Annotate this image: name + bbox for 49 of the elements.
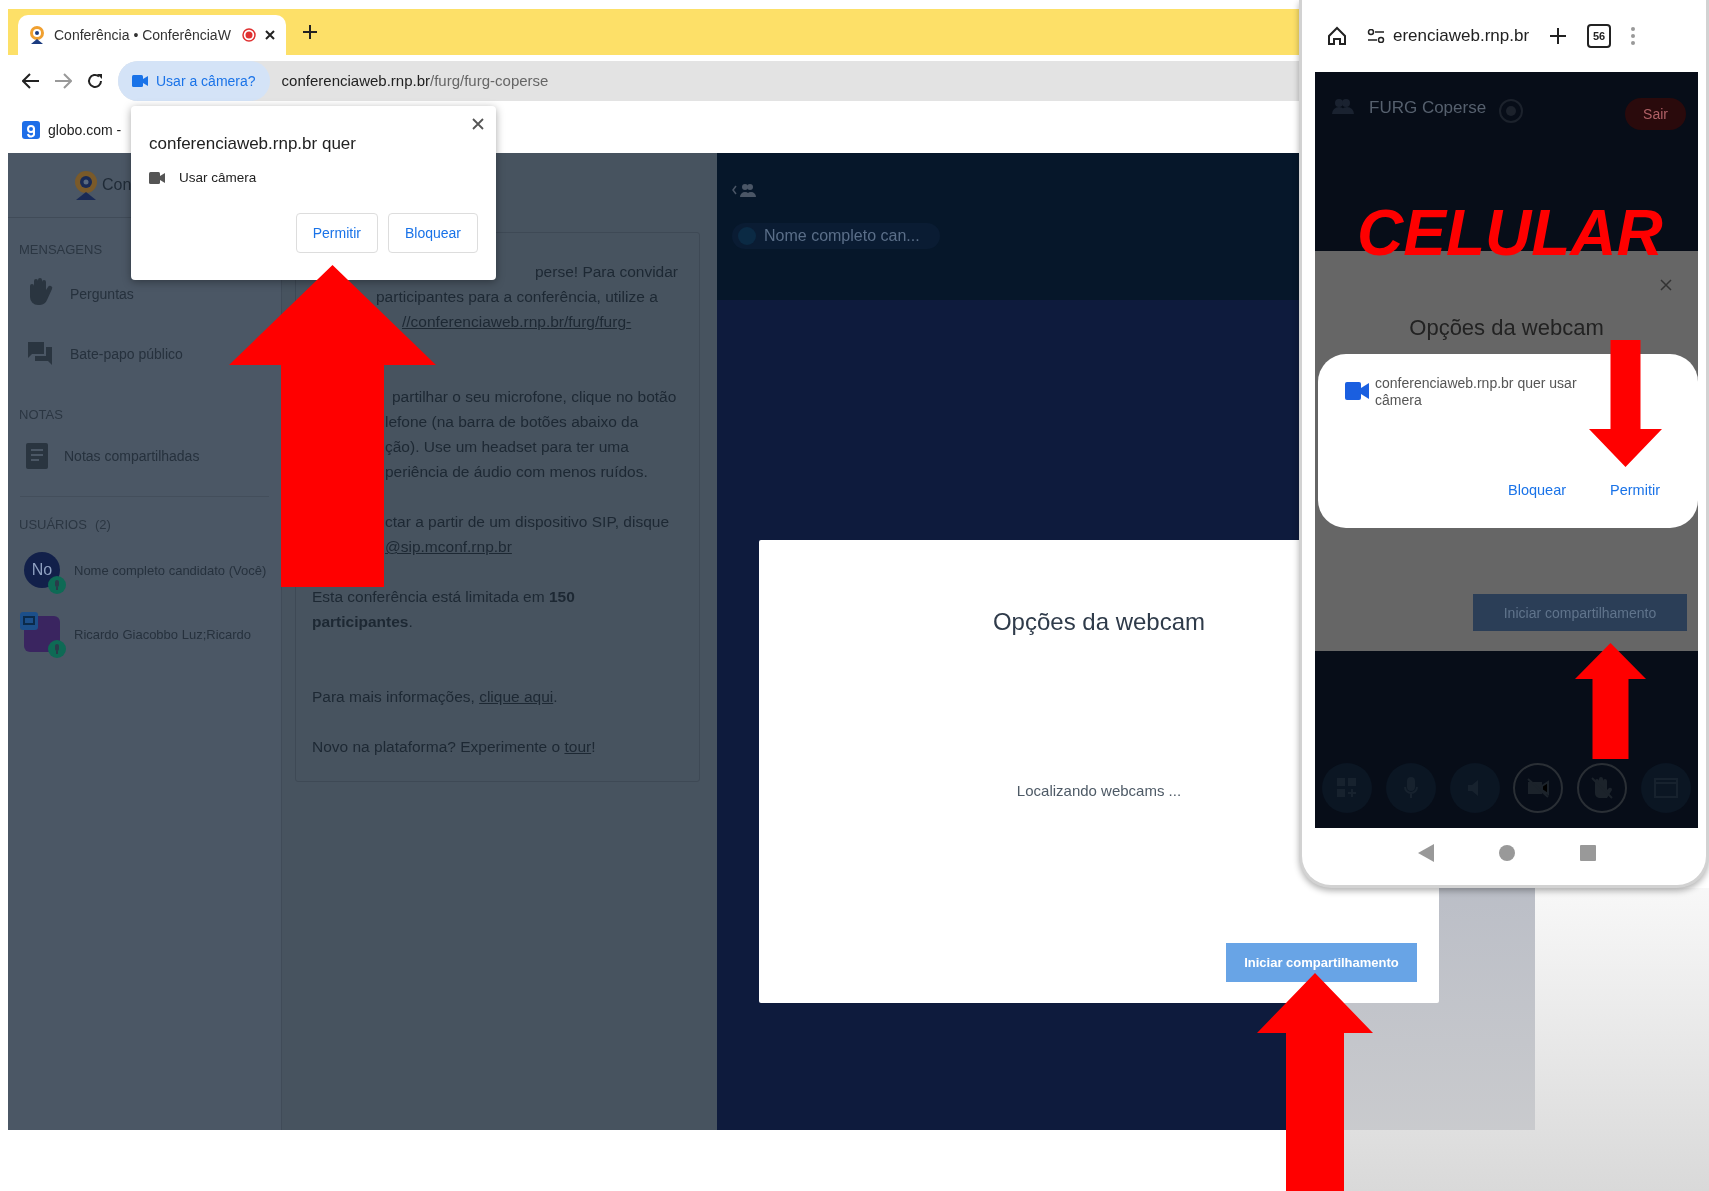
tab-title: Conferência • ConferênciaW (54, 27, 232, 43)
permission-button[interactable]: Bloquear (1508, 482, 1567, 498)
note-icon (26, 443, 48, 469)
home-icon[interactable] (1327, 26, 1347, 46)
more-icon[interactable] (1631, 27, 1636, 45)
new-tab-icon[interactable] (1549, 27, 1568, 45)
webcam-logo-icon (72, 169, 100, 201)
leave-button[interactable]: Sair (1625, 98, 1686, 130)
recording-icon (242, 28, 256, 42)
popup-title: conferenciaweb.rnp.br quer (149, 134, 357, 154)
video-camera-icon (132, 74, 148, 87)
bookmark-label: globo.com - (48, 121, 122, 138)
forward-icon[interactable] (54, 72, 72, 89)
chip-label: Usar a câmera? (156, 72, 256, 89)
room-name: FURG Coperse (1369, 98, 1487, 118)
back-icon[interactable] (22, 72, 40, 89)
webcam-logo-icon (28, 25, 46, 45)
dialog-title: Opções da webcam (992, 608, 1206, 636)
browser-tab[interactable]: Conferência • ConferênciaW (18, 15, 286, 55)
mic-icon (48, 640, 66, 658)
url-text[interactable]: conferenciaweb.rnp.br/furg/furg-coperse (281, 72, 549, 89)
g-logo-icon (22, 120, 40, 139)
url-text[interactable]: erenciaweb.rnp.br (1393, 26, 1530, 46)
users-icon[interactable] (732, 183, 758, 197)
start-sharing-button[interactable]: Iniciar compartilhamento (1226, 943, 1417, 982)
video-camera-icon (149, 171, 165, 184)
dialog-title: Opções da webcam (1409, 315, 1604, 341)
hand-off-icon[interactable] (1577, 763, 1628, 813)
user-pill[interactable]: Nome completo can... (732, 223, 940, 249)
tab-count[interactable]: 56 (1587, 24, 1612, 48)
screen-icon (20, 612, 38, 630)
annotation-label: CELULAR (1357, 196, 1663, 270)
camera-permission-chip[interactable]: Usar a câmera? (118, 60, 270, 101)
popup-button[interactable]: Bloquear (387, 213, 478, 253)
video-camera-icon (1345, 382, 1369, 400)
new-tab-icon[interactable] (302, 24, 318, 40)
permission-button[interactable]: Permitir (1610, 482, 1660, 498)
close-icon[interactable] (264, 29, 276, 41)
mic-icon (48, 576, 66, 594)
camera-off-icon[interactable] (1513, 763, 1564, 813)
reload-icon[interactable] (86, 71, 104, 90)
permission-prompt: conferenciaweb.rnp.br quer usar câmera (1375, 375, 1577, 409)
bookmark[interactable]: globo.com - (22, 120, 122, 139)
popup-button[interactable]: Permitir (295, 213, 378, 253)
recent-apps-icon[interactable] (1579, 844, 1596, 861)
permission-label: Usar câmera (179, 170, 257, 185)
status-text: Localizando webcams ... (1016, 782, 1182, 799)
close-icon[interactable] (472, 118, 484, 130)
site-settings-icon[interactable] (1367, 29, 1385, 43)
